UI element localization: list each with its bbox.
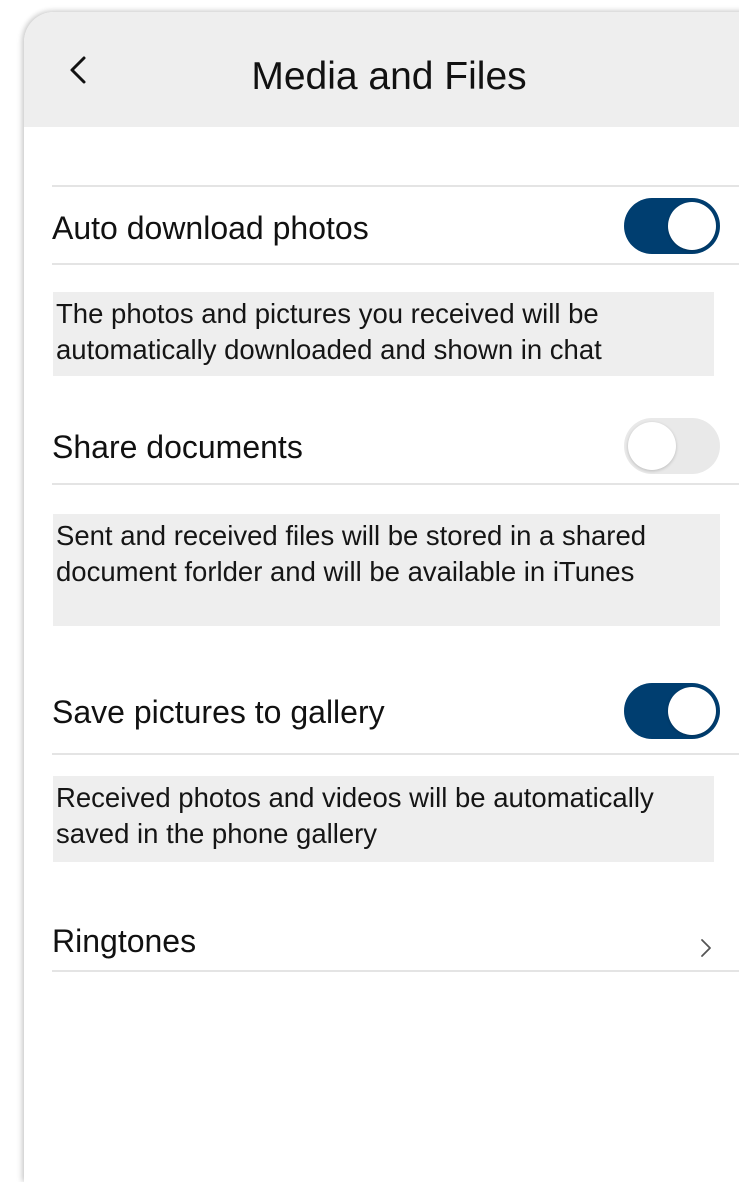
save-gallery-label: Save pictures to gallery xyxy=(52,694,385,730)
share-documents-description: Sent and received files will be stored i… xyxy=(53,514,720,626)
save-gallery-toggle[interactable] xyxy=(624,683,720,739)
ringtones-label: Ringtones xyxy=(52,923,197,959)
share-documents-toggle[interactable] xyxy=(624,418,720,474)
divider xyxy=(52,483,739,485)
nav-header: Media and Files xyxy=(24,12,739,127)
toggle-knob xyxy=(668,202,716,250)
divider xyxy=(52,753,739,755)
auto-download-description: The photos and pictures you received wil… xyxy=(53,292,714,376)
toggle-knob xyxy=(628,422,676,470)
share-documents-label: Share documents xyxy=(52,429,303,465)
auto-download-label: Auto download photos xyxy=(52,210,369,246)
save-gallery-description: Received photos and videos will be autom… xyxy=(53,776,714,862)
page-title: Media and Files xyxy=(251,55,527,98)
divider xyxy=(52,970,739,972)
chevron-right-icon xyxy=(701,939,711,957)
auto-download-toggle[interactable] xyxy=(624,198,720,254)
media-files-screen: Media and Files Auto download photos The… xyxy=(24,12,739,1182)
toggle-knob xyxy=(668,687,716,735)
divider xyxy=(52,263,739,265)
